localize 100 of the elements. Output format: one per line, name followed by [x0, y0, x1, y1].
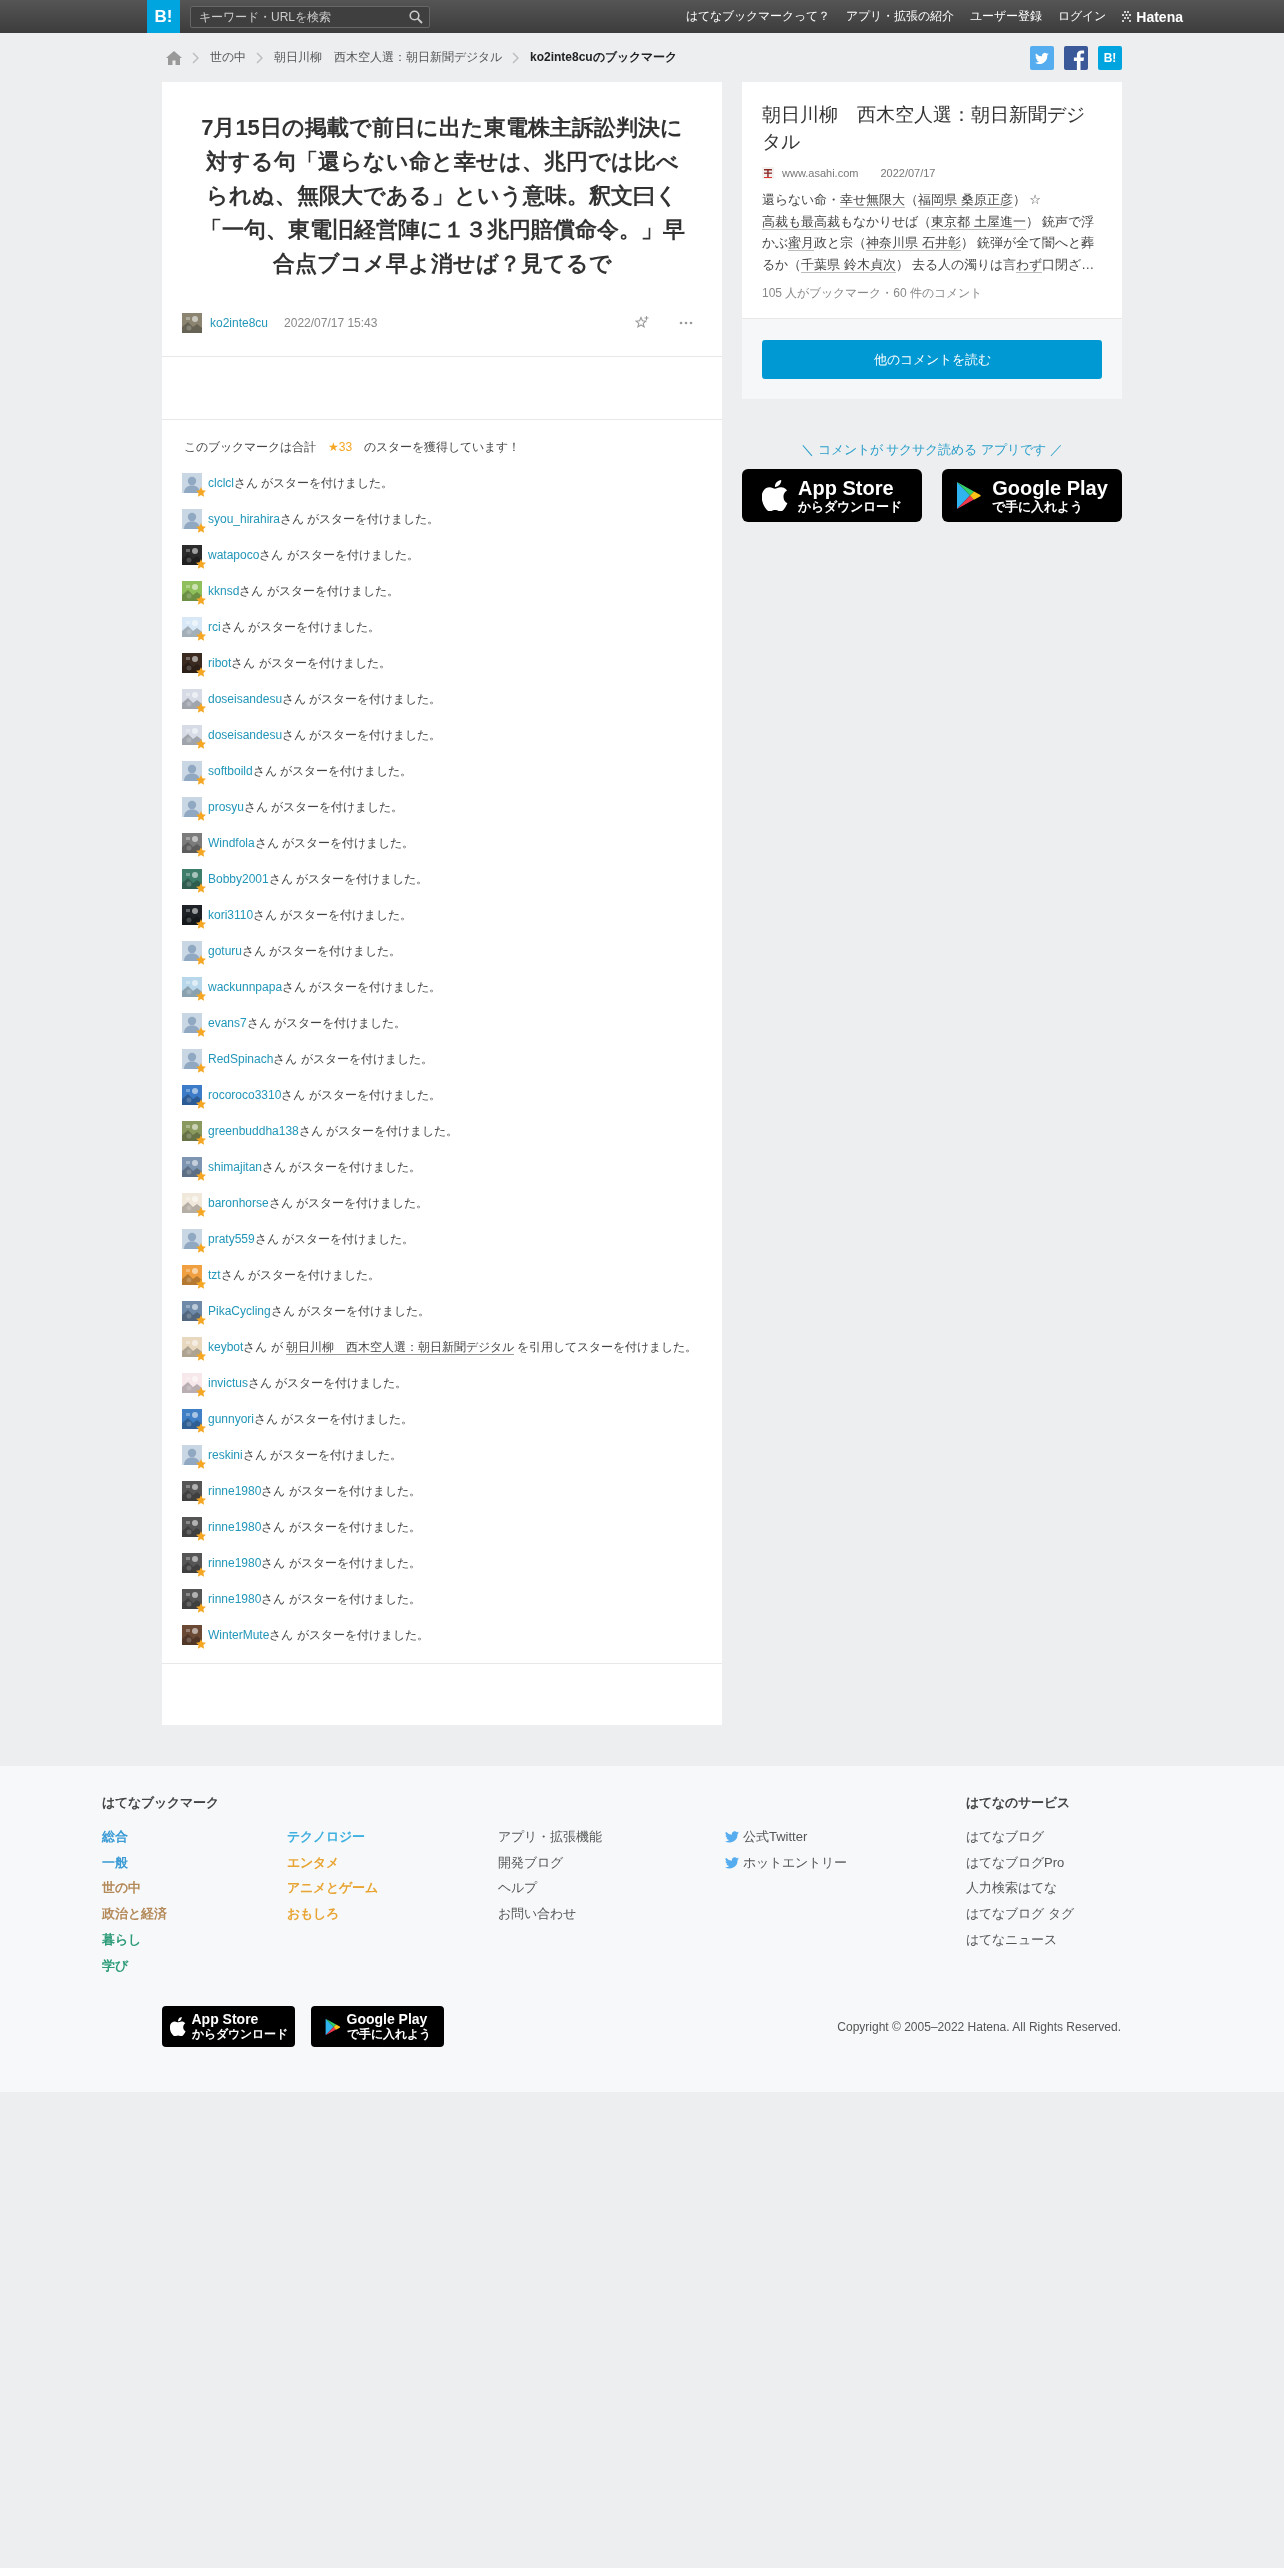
app-store-badge[interactable]: App Store からダウンロード	[162, 2006, 295, 2048]
user-link[interactable]: syou_hirahira	[208, 511, 281, 526]
user-link[interactable]: prosyu	[208, 799, 245, 814]
user-link[interactable]: rinne1980	[208, 1591, 262, 1606]
user-link[interactable]: softboild	[208, 763, 253, 778]
user-link[interactable]: kori3110	[208, 907, 254, 922]
add-star-icon[interactable]	[634, 315, 650, 331]
entry-domain[interactable]: www.asahi.com	[782, 167, 859, 179]
star-notice: shimajitanさん がスターを付けました。	[208, 1158, 422, 1176]
nav-link[interactable]: ログイン	[1058, 8, 1107, 25]
footer-link[interactable]: 公式Twitter	[725, 1824, 955, 1850]
footer-link[interactable]: 政治と経済	[102, 1901, 287, 1927]
user-link[interactable]: doseisandesu	[208, 727, 283, 742]
footer-link[interactable]: 暮らし	[102, 1926, 287, 1953]
footer-link[interactable]: ホットエントリー	[725, 1849, 955, 1876]
user-link[interactable]: praty559	[208, 1231, 255, 1246]
user-link[interactable]: RedSpinach	[208, 1051, 274, 1066]
breadcrumb-link[interactable]: 世の中	[210, 49, 246, 66]
avatar-icon[interactable]	[182, 509, 202, 529]
search-icon[interactable]	[409, 9, 423, 24]
read-comments-button[interactable]: 他のコメントを読む	[762, 340, 1102, 379]
footer-link[interactable]: はてなブログ タグ	[966, 1901, 1182, 1927]
keyword-link[interactable]: 千葉県 鈴木貞次	[801, 256, 896, 273]
breadcrumb-link[interactable]: 朝日川柳 西木空人選：朝日新聞デジタル	[274, 49, 502, 66]
star-icon	[196, 559, 206, 569]
keyword-link[interactable]: 蜜月	[788, 235, 814, 251]
google-play-badge[interactable]: Google Play で手に入れよう	[942, 469, 1122, 522]
keyword-link[interactable]: 東京都 土屋進一	[931, 213, 1026, 230]
user-link[interactable]: baronhorse	[208, 1195, 269, 1210]
avatar-icon[interactable]	[182, 1049, 202, 1069]
user-link[interactable]: rci	[208, 619, 221, 634]
user-link[interactable]: reskini	[208, 1447, 243, 1462]
user-link[interactable]: Windfola	[208, 835, 255, 850]
footer-link[interactable]: お問い合わせ	[498, 1901, 725, 1927]
footer-link[interactable]: はてなブログPro	[966, 1849, 1182, 1876]
user-link[interactable]: invictus	[208, 1375, 248, 1390]
user-link[interactable]: clclcl	[208, 475, 234, 490]
avatar-icon[interactable]	[182, 761, 202, 781]
avatar-icon[interactable]	[182, 941, 202, 961]
avatar-icon[interactable]	[182, 797, 202, 817]
keyword-link[interactable]: 福岡県 桑原正彦	[918, 192, 1013, 208]
footer-link[interactable]: はてなニュース	[966, 1926, 1182, 1953]
keyword-link[interactable]: 神奈川県 石井彰	[866, 235, 961, 251]
user-link[interactable]: keybot	[208, 1339, 244, 1354]
user-link[interactable]: rocoroco3310	[208, 1087, 282, 1102]
footer-link[interactable]: 一般	[102, 1849, 287, 1876]
search-field[interactable]: キーワード・URLを検索	[190, 5, 430, 28]
user-link[interactable]: WinterMute	[208, 1627, 270, 1642]
twitter-icon[interactable]	[1030, 45, 1054, 70]
user-link[interactable]: doseisandesu	[208, 691, 283, 706]
footer-link[interactable]: 総合	[102, 1824, 287, 1850]
user-link[interactable]: goturu	[208, 943, 243, 958]
user-link[interactable]: Bobby2001	[208, 871, 269, 886]
footer-link[interactable]: はてなブログ	[966, 1824, 1182, 1850]
footer-link[interactable]: 世の中	[102, 1875, 287, 1902]
keyword-link[interactable]: わず	[1016, 256, 1043, 273]
user-link[interactable]: kknsd	[208, 583, 240, 598]
avatar-icon[interactable]	[182, 1229, 202, 1249]
nav-link[interactable]: ユーザー登録	[970, 8, 1043, 25]
user-link[interactable]: rinne1980	[208, 1519, 262, 1534]
footer-link[interactable]: 開発ブログ	[498, 1849, 725, 1876]
brand-logo[interactable]: Hatena	[1136, 8, 1183, 25]
star-notice: kknsdさん がスターを付けました。	[208, 582, 399, 600]
user-link[interactable]: greenbuddha138	[208, 1123, 299, 1138]
footer-link[interactable]: 学び	[102, 1952, 287, 1979]
user-link[interactable]: ko2inte8cu	[210, 316, 269, 330]
avatar-icon[interactable]	[182, 1445, 202, 1465]
user-link[interactable]: shimajitan	[208, 1159, 263, 1174]
keyword-link[interactable]: 高裁も最高裁	[762, 213, 840, 230]
avatar-icon[interactable]	[182, 1013, 202, 1033]
footer-link[interactable]: おもしろ	[287, 1901, 498, 1927]
nav-link[interactable]: アプリ・拡張の紹介	[846, 8, 955, 25]
footer-link[interactable]: アニメとゲーム	[287, 1875, 498, 1902]
avatar-icon[interactable]	[182, 473, 202, 493]
user-link[interactable]: rinne1980	[208, 1483, 262, 1498]
bookmark-share-button[interactable]: B!	[1098, 45, 1122, 70]
user-link[interactable]: evans7	[208, 1015, 247, 1030]
footer-link[interactable]: 人力検索はてな	[966, 1875, 1182, 1902]
footer-link[interactable]: ヘルプ	[498, 1875, 725, 1902]
user-link[interactable]: PikaCycling	[208, 1303, 271, 1318]
logo[interactable]: B!	[147, 0, 180, 33]
home-icon[interactable]	[166, 50, 182, 65]
user-link[interactable]: rinne1980	[208, 1555, 262, 1570]
nav-link[interactable]: はてなブックマークって？	[686, 8, 831, 25]
breadcrumb-link[interactable]: ko2inte8cuのブックマーク	[530, 49, 677, 66]
user-link[interactable]: watapoco	[208, 547, 260, 562]
footer-link[interactable]: アプリ・拡張機能	[498, 1824, 725, 1850]
entry-title[interactable]: 朝日川柳 西木空人選：朝日新聞デジタル	[762, 101, 1102, 155]
star-notice: greenbuddha138さん がスターを付けました。	[208, 1122, 459, 1140]
user-link[interactable]: ribot	[208, 655, 232, 670]
quote-link[interactable]: 朝日川柳 西木空人選：朝日新聞デジタル	[286, 1339, 515, 1355]
footer-link[interactable]: テクノロジー	[287, 1824, 498, 1850]
footer-link[interactable]: エンタメ	[287, 1849, 498, 1876]
facebook-icon[interactable]	[1064, 45, 1088, 70]
app-store-badge[interactable]: App Store からダウンロード	[742, 469, 922, 522]
user-link[interactable]: gunnyori	[208, 1411, 255, 1426]
user-link[interactable]: wackunnpapa	[208, 979, 283, 994]
google-play-badge[interactable]: Google Play で手に入れよう	[311, 2006, 444, 2048]
user-link[interactable]: tzt	[208, 1267, 221, 1282]
keyword-link[interactable]: 幸せ無限大	[840, 192, 905, 208]
